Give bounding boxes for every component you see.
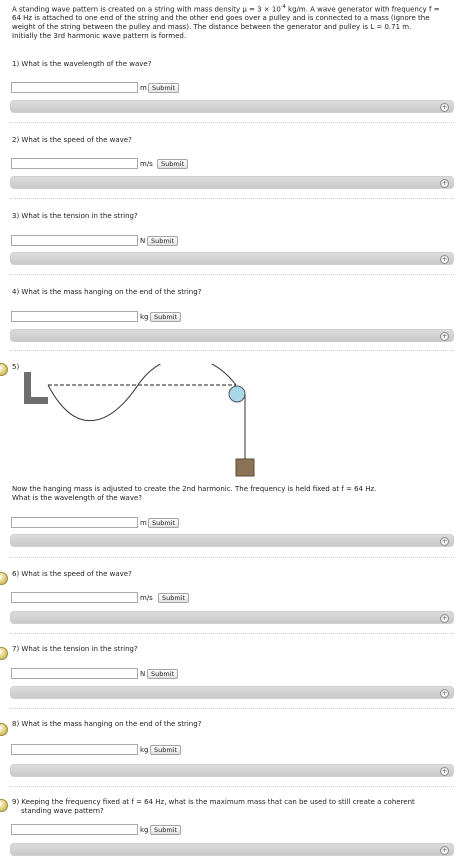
unit-label-6: m/s <box>140 594 153 602</box>
expand-plus-icon[interactable]: + <box>440 689 449 698</box>
answer-input-9[interactable] <box>11 824 138 835</box>
wave-generator-icon <box>24 372 48 404</box>
question-7-text: 7) What is the tension in the string? <box>12 645 138 653</box>
intro-line-1: A standing wave pattern is created on a … <box>12 5 281 14</box>
standing-wave-diagram <box>24 364 255 477</box>
answer-history-bar-6[interactable]: + <box>10 611 454 624</box>
expand-plus-icon[interactable]: + <box>440 614 449 623</box>
answer-history-bar-1[interactable]: + <box>10 100 454 113</box>
answer-input-1[interactable] <box>11 82 138 93</box>
expand-plus-icon[interactable]: + <box>440 767 449 776</box>
answer-input-7[interactable] <box>11 668 138 679</box>
question-5-text: Now the hanging mass is adjusted to crea… <box>12 485 442 503</box>
submit-button-8[interactable]: Submit <box>150 745 182 755</box>
answer-history-bar-8[interactable]: + <box>10 764 454 777</box>
unit-label-8: kg <box>140 746 149 754</box>
divider <box>10 633 454 634</box>
intro-line-1-end: kg/m. A wave generator with frequency f … <box>285 5 440 14</box>
divider <box>10 557 454 558</box>
intro-line-3: weight of the string between the pulley … <box>12 23 412 32</box>
expand-plus-icon[interactable]: + <box>440 332 449 341</box>
divider <box>10 708 454 709</box>
question-3-text: 3) What is the tension in the string? <box>12 212 138 220</box>
question-9-text: 9) Keeping the frequency fixed at f = 64… <box>12 798 442 816</box>
pulley-icon <box>228 385 246 403</box>
hanging-mass-icon <box>235 458 255 477</box>
answer-input-3[interactable] <box>11 235 138 246</box>
divider <box>10 274 454 275</box>
divider <box>10 198 454 199</box>
question-8-text: 8) What is the mass hanging on the end o… <box>12 720 202 728</box>
question-1-text: 1) What is the wavelength of the wave? <box>12 60 152 68</box>
answer-input-4[interactable] <box>11 311 138 322</box>
answer-input-5[interactable] <box>11 517 138 528</box>
submit-button-1[interactable]: Submit <box>148 83 180 93</box>
answer-input-6[interactable] <box>11 592 138 603</box>
intro-line-4: Initially the 3rd harmonic wave pattern … <box>12 32 187 41</box>
submit-button-3[interactable]: Submit <box>147 236 179 246</box>
expand-plus-icon[interactable]: + <box>440 255 449 264</box>
answer-history-bar-4[interactable]: + <box>10 329 454 342</box>
unit-label-9: kg <box>140 826 149 834</box>
submit-button-2[interactable]: Submit <box>157 159 189 169</box>
question-5-line-2: What is the wavelength of the wave? <box>12 494 143 502</box>
submit-button-7[interactable]: Submit <box>147 669 179 679</box>
answer-history-bar-7[interactable]: + <box>10 686 454 699</box>
unit-label-7: N <box>140 670 146 678</box>
unit-label-3: N <box>140 237 146 245</box>
answer-history-bar-2[interactable]: + <box>10 176 454 189</box>
hint-bulb-icon[interactable] <box>0 363 8 376</box>
answer-history-bar-5[interactable]: + <box>10 534 454 547</box>
divider <box>10 350 454 351</box>
submit-button-5[interactable]: Submit <box>148 518 180 528</box>
unit-label-5: m <box>140 519 147 527</box>
divider <box>10 122 454 123</box>
hint-bulb-icon[interactable] <box>0 723 8 736</box>
question-4-text: 4) What is the mass hanging on the end o… <box>12 288 202 296</box>
divider <box>10 786 454 787</box>
expand-plus-icon[interactable]: + <box>440 179 449 188</box>
expand-plus-icon[interactable]: + <box>440 537 449 546</box>
question-6-text: 6) What is the speed of the wave? <box>12 570 132 578</box>
problem-statement: A standing wave pattern is created on a … <box>12 3 462 41</box>
unit-label-1: m <box>140 84 147 92</box>
submit-button-4[interactable]: Submit <box>150 312 182 322</box>
submit-button-9[interactable]: Submit <box>150 825 182 835</box>
unit-label-2: m/s <box>140 160 153 168</box>
answer-input-8[interactable] <box>11 744 138 755</box>
question-9-line-1: 9) Keeping the frequency fixed at f = 64… <box>12 798 415 806</box>
answer-input-2[interactable] <box>11 158 138 169</box>
expand-plus-icon[interactable]: + <box>440 846 449 855</box>
hint-bulb-icon[interactable] <box>0 647 8 660</box>
string-wave <box>47 364 237 422</box>
hint-bulb-icon[interactable] <box>0 572 8 585</box>
question-5-line-1: Now the hanging mass is adjusted to crea… <box>12 485 377 493</box>
hint-bulb-icon[interactable] <box>0 799 8 812</box>
question-9-line-2: standing wave pattern? <box>21 807 104 815</box>
answer-history-bar-9[interactable]: + <box>10 843 454 856</box>
intro-line-2: 64 Hz is attached to one end of the stri… <box>12 14 430 23</box>
submit-button-6[interactable]: Submit <box>158 593 190 603</box>
question-2-text: 2) What is the speed of the wave? <box>12 136 132 144</box>
expand-plus-icon[interactable]: + <box>440 103 449 112</box>
answer-history-bar-3[interactable]: + <box>10 252 454 265</box>
unit-label-4: kg <box>140 313 149 321</box>
